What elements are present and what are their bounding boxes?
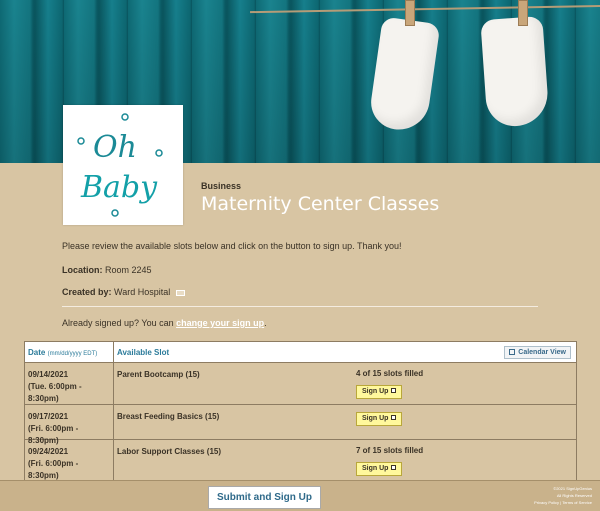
created-by-value: Ward Hospital — [114, 287, 171, 297]
page-category: Business — [201, 181, 242, 191]
slots-table: Date (mm/dd/yyyy EDT) Available Slot Cal… — [24, 341, 577, 481]
slot-name: Parent Bootcamp (15) — [117, 370, 200, 379]
slot-name: Breast Feeding Basics (15) — [117, 412, 220, 421]
slot-date: 09/17/2021 (Fri. 6:00pm - 8:30pm) — [25, 405, 114, 445]
sign-up-button[interactable]: Sign Up — [356, 412, 403, 426]
location-label: Location: — [62, 265, 103, 275]
table-row: 09/17/2021 (Fri. 6:00pm - 8:30pm) Breast… — [25, 405, 576, 445]
checkbox-icon — [391, 415, 397, 420]
created-by-label: Created by: — [62, 287, 112, 297]
slot-date: 09/14/2021 (Tue. 6:00pm - 8:30pm) — [25, 363, 114, 404]
slot-column-header: Available Slot Calendar View — [114, 342, 576, 362]
already-signed-text: Already signed up? You can change your s… — [62, 318, 267, 328]
table-header: Date (mm/dd/yyyy EDT) Available Slot Cal… — [25, 342, 576, 363]
created-by-line: Created by: Ward Hospital — [62, 287, 185, 297]
svg-text:Oh: Oh — [93, 130, 137, 165]
footer-bar: Submit and Sign Up ©2021 SignUpGenius Al… — [0, 480, 600, 511]
calendar-view-button[interactable]: Calendar View — [504, 346, 571, 359]
slot-date: 09/24/2021 (Fri. 6:00pm - 8:30pm) — [25, 440, 114, 480]
privacy-terms-links[interactable]: Privacy Policy | Terms of Service — [534, 500, 592, 505]
date-column-header: Date (mm/dd/yyyy EDT) — [25, 342, 114, 362]
location-value: Room 2245 — [105, 265, 152, 275]
location-line: Location: Room 2245 — [62, 265, 152, 275]
sock-left — [367, 16, 441, 134]
copyright-text: ©2021 SignUpGenius — [553, 486, 592, 491]
date-format-hint: (mm/dd/yyyy EDT) — [47, 351, 98, 357]
slot-status: Sign Up — [353, 405, 576, 439]
slot-name: Labor Support Classes (15) — [117, 447, 222, 456]
checkbox-icon — [391, 465, 397, 470]
rights-text: All Rights Reserved — [556, 493, 592, 498]
slot-status: 4 of 15 slots filled Sign Up — [353, 363, 576, 404]
slot-status: 7 of 15 slots filled Sign Up — [353, 440, 576, 480]
table-row: 09/14/2021 (Tue. 6:00pm - 8:30pm) Parent… — [25, 363, 576, 405]
divider — [62, 306, 538, 307]
clothespin — [518, 0, 528, 26]
sign-up-button[interactable]: Sign Up — [356, 385, 403, 399]
submit-and-sign-up-button[interactable]: Submit and Sign Up — [208, 486, 321, 509]
checkbox-icon — [391, 388, 397, 393]
clothespin — [405, 0, 415, 26]
clothesline — [250, 4, 600, 14]
logo: Oh Baby — [63, 105, 183, 225]
calendar-icon — [509, 349, 516, 355]
oh-baby-logo-icon: Oh Baby — [77, 113, 163, 217]
email-icon[interactable] — [175, 289, 185, 296]
svg-text:Baby: Baby — [80, 170, 158, 205]
intro-text: Please review the available slots below … — [62, 241, 402, 251]
page-title: Maternity Center Classes — [201, 193, 440, 215]
table-row: 09/24/2021 (Fri. 6:00pm - 8:30pm) Labor … — [25, 440, 576, 480]
sign-up-button[interactable]: Sign Up — [356, 462, 403, 476]
change-signup-link[interactable]: change your sign up — [176, 318, 264, 328]
sock-right — [480, 15, 550, 129]
